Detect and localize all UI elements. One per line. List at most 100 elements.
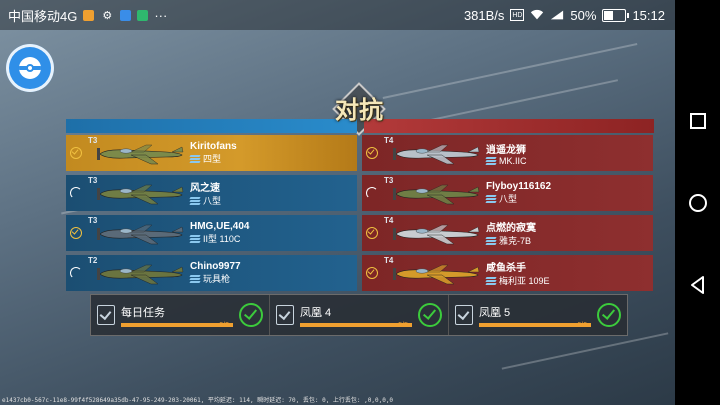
pokeball-icon [19,57,41,79]
app-notif-icon [120,9,132,21]
page-title: 对抗 [335,94,383,124]
aircraft-icon [97,264,184,285]
aircraft-icon [97,224,184,245]
mode-title-badge: 对抗 [328,82,390,136]
ready-check-icon [366,227,378,239]
plane-type: MK.IIC [499,155,527,166]
rank-chevron-icon [485,194,497,203]
app-notif-icon [137,9,149,21]
complete-check-icon [239,303,263,327]
player-name: 风之速 [190,183,220,194]
red-team-player-row[interactable]: T3 Flyboy116162 八型 [362,175,653,211]
clock: 15:12 [632,7,665,23]
rank-chevron-icon [189,274,201,283]
network-debug-text: e1437cb0-567c-11e8-99f4f528649a35db-47-9… [2,397,394,404]
quest-progress-bar [479,322,591,327]
rank-chevron-icon [485,156,497,165]
blue-team-player-row[interactable]: T3 风之速八型 [66,175,357,211]
home-button[interactable] [687,192,709,214]
plane-thumbnail: T4 [382,135,482,171]
plane-thumbnail: T3 [86,135,186,171]
plane-thumbnail: T3 [382,175,482,211]
ready-check-icon [366,267,378,279]
loading-spinner-icon [70,267,82,279]
ready-status [362,147,382,159]
hd-icon: HD [510,9,525,21]
battery-percent: 50% [570,7,597,23]
quest-panel: 每日任务 3/3 凤凰 4 5/5 凤凰 5 6/6 [90,294,628,336]
floating-assistant-button[interactable] [6,44,54,92]
plane-thumbnail: T3 [86,215,186,251]
app-notif-icon [83,9,95,21]
quest-title: 每日任务 [121,306,165,319]
player-name: Kiritofans [190,141,237,152]
quest-item[interactable]: 凤凰 4 5/5 [270,295,449,335]
battery-icon [602,8,630,22]
quest-count: 6/6 [577,322,587,329]
quest-title: 凤凰 4 [300,306,332,319]
clipboard-check-icon [276,305,294,325]
plane-thumbnail: T4 [382,255,482,291]
rank-chevron-icon [485,236,497,245]
ready-status [66,227,86,239]
plane-thumbnail: T4 [382,215,482,251]
carrier-label: 中国移动4G [8,8,78,24]
red-team-player-row[interactable]: T4 咸鱼杀手梅利亚 109E [362,255,653,291]
plane-type: 玩具枪 [203,274,231,284]
quest-item[interactable]: 凤凰 5 6/6 [449,295,627,335]
clipboard-check-icon [97,305,115,325]
aircraft-icon [393,144,480,165]
quest-progress-bar [300,322,412,327]
aircraft-icon [393,224,480,245]
clipboard-check-icon [455,305,473,325]
player-name: 点燃的寂寞 [486,223,536,234]
rank-chevron-icon [485,276,497,285]
loading-spinner-icon [366,187,378,199]
aircraft-icon [393,184,480,205]
aircraft-icon [393,264,480,285]
blue-team-player-row[interactable]: T2 Chino9977 玩具枪 [66,255,357,291]
plane-thumbnail: T3 [86,175,186,211]
ready-status [66,267,86,279]
quest-progress-bar [121,322,233,327]
rank-chevron-icon [189,196,201,205]
plane-type: 梅利亚 109E [499,276,550,286]
complete-check-icon [418,303,442,327]
system-navigation-bar [675,0,720,405]
ready-status [66,187,86,199]
plane-type: 八型 [203,196,222,206]
ready-check-icon [366,147,378,159]
blue-team-player-row[interactable]: T3 Kiritofans 四型 [66,135,357,171]
ready-status [362,267,382,279]
ready-status [362,227,382,239]
plane-type: 四型 [203,154,222,164]
ready-check-icon [70,147,82,159]
player-name: 咸鱼杀手 [486,263,526,274]
quest-count: 5/5 [398,322,408,329]
red-team-header [364,119,654,133]
rank-chevron-icon [189,234,201,243]
plane-type: II型 110C [203,234,241,244]
aircraft-icon [97,144,184,165]
red-team-player-row[interactable]: T4 逍遥龙狮 MK.IIC [362,135,653,171]
back-button[interactable] [687,274,709,296]
player-name: 逍遥龙狮 [486,144,526,156]
loading-spinner-icon [70,187,82,199]
plane-type: 雅克-7B [499,236,532,246]
player-name: Chino9977 [190,261,241,272]
player-name: Flyboy116162 [486,181,552,192]
red-team-player-row[interactable]: T4 点燃的寂寞雅克-7B [362,215,653,251]
quest-count: 3/3 [219,322,229,329]
status-bar: 中国移动4G ⚙ ··· 381B/s HD 50% 15:12 [0,0,675,30]
more-notifications-icon: ··· [154,7,168,23]
ready-status [362,187,382,199]
quest-item[interactable]: 每日任务 3/3 [91,295,270,335]
ready-status [66,147,86,159]
network-speed: 381B/s [463,7,505,23]
rank-chevron-icon [189,154,201,163]
quest-title: 凤凰 5 [479,306,511,319]
blue-team-player-row[interactable]: T3 HMG,UE,404 II型 110C [66,215,357,251]
recent-apps-button[interactable] [687,110,709,132]
app-notif-icon: ⚙ [102,9,113,22]
aircraft-icon [97,184,184,205]
